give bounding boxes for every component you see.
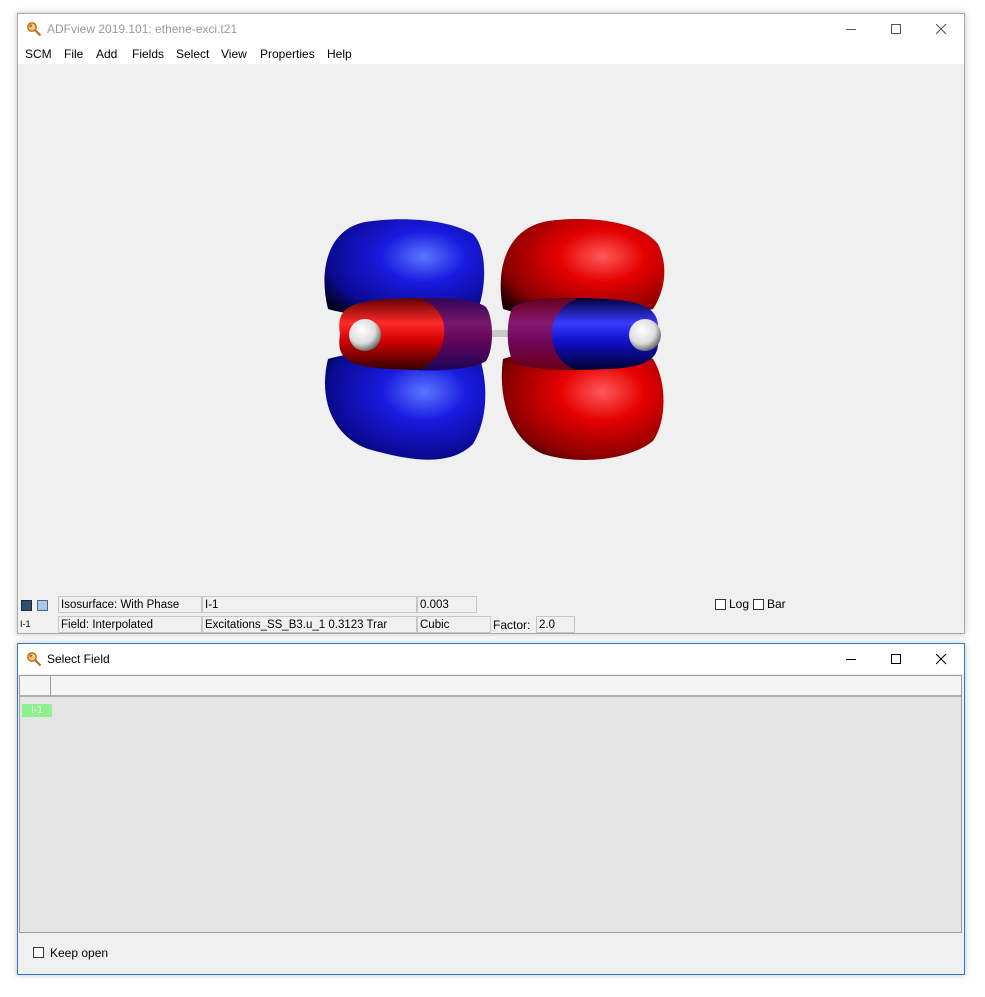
- menu-add[interactable]: Add: [96, 47, 117, 61]
- select-close-button[interactable]: [919, 644, 964, 674]
- menu-properties[interactable]: Properties: [260, 47, 315, 61]
- surface-type-field[interactable]: Isosurface: With Phase: [58, 596, 202, 613]
- field-name-field[interactable]: I-1: [202, 596, 417, 613]
- 3d-viewport[interactable]: [18, 64, 964, 595]
- magnifier-icon: [27, 22, 42, 37]
- minimize-icon: [846, 659, 856, 660]
- close-icon: [936, 24, 947, 35]
- title-bar: ADFview 2019.101: ethene-exci.t21: [18, 14, 964, 44]
- menu-file[interactable]: File: [64, 47, 83, 61]
- select-maximize-button[interactable]: [874, 644, 919, 674]
- keep-open-checkbox[interactable]: [33, 947, 44, 958]
- field-row-i1[interactable]: I-1: [22, 704, 52, 717]
- factor-label: Factor:: [493, 618, 531, 632]
- minimize-button[interactable]: [829, 14, 874, 44]
- field-table[interactable]: I-1: [19, 675, 962, 933]
- menu-bar: SCM File Add Fields Select View Properti…: [18, 44, 964, 64]
- iso-value-field[interactable]: 0.003: [417, 596, 477, 613]
- color-swatch-light[interactable]: [37, 600, 48, 611]
- select-window-title: Select Field: [47, 652, 110, 666]
- menu-scm[interactable]: SCM: [25, 47, 52, 61]
- magnifier-icon: [27, 652, 42, 667]
- log-label: Log: [729, 597, 750, 611]
- adfview-window: ADFview 2019.101: ethene-exci.t21 SCM Fi…: [17, 13, 965, 634]
- hydrogen-atom-right: [629, 319, 661, 351]
- bar-label: Bar: [767, 597, 786, 611]
- menu-view[interactable]: View: [221, 47, 247, 61]
- minimize-icon: [846, 29, 856, 30]
- menu-fields[interactable]: Fields: [132, 47, 164, 61]
- hydrogen-atom-left: [349, 319, 381, 351]
- select-field-window: Select Field I-1 Keep open: [17, 643, 965, 975]
- maximize-button[interactable]: [874, 14, 919, 44]
- keep-open-label: Keep open: [50, 946, 109, 960]
- color-swatch-dark[interactable]: [21, 600, 32, 611]
- table-header: [20, 676, 961, 697]
- close-button[interactable]: [919, 14, 964, 44]
- field-status-panel: Isosurface: With Phase I-1 0.003 Log Bar…: [18, 595, 964, 633]
- column-divider[interactable]: [50, 676, 51, 697]
- menu-help[interactable]: Help: [327, 47, 352, 61]
- factor-input[interactable]: 2.0: [536, 616, 575, 633]
- field-source-field[interactable]: Excitations_SS_B3.u_1 0.3123 Trar: [202, 616, 417, 633]
- maximize-icon: [891, 654, 901, 664]
- maximize-icon: [891, 24, 901, 34]
- select-minimize-button[interactable]: [829, 644, 874, 674]
- field-tag: I-1: [20, 619, 31, 629]
- bar-checkbox[interactable]: [753, 599, 764, 610]
- menu-select[interactable]: Select: [176, 47, 209, 61]
- field-mode-field[interactable]: Field: Interpolated: [58, 616, 202, 633]
- select-title-bar: Select Field: [18, 644, 964, 674]
- select-footer: Keep open: [18, 933, 964, 974]
- orbital-isosurface[interactable]: [308, 169, 668, 499]
- window-title: ADFview 2019.101: ethene-exci.t21: [47, 22, 238, 36]
- interpolation-field[interactable]: Cubic: [417, 616, 491, 633]
- log-checkbox[interactable]: [715, 599, 726, 610]
- close-icon: [936, 654, 947, 665]
